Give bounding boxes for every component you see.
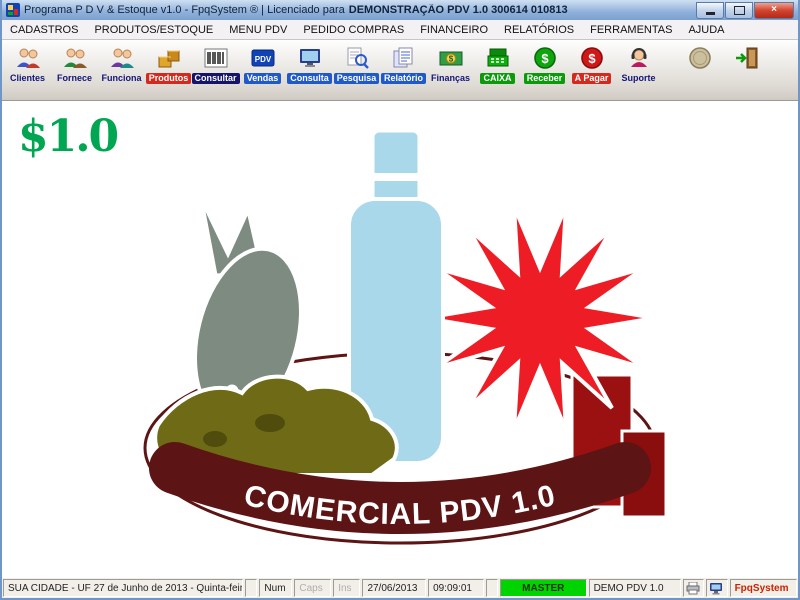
cash-register-icon: [485, 45, 511, 71]
toolbar-produtos-button[interactable]: Produtos: [145, 41, 192, 95]
toolbar-caixa-label: CAIXA: [480, 73, 514, 84]
status-app-name: DEMO PDV 1.0: [589, 579, 681, 597]
printer-icon: [686, 582, 700, 595]
status-insert: Ins: [333, 579, 360, 597]
status-location: SUA CIDADE - UF 27 de Junho de 2013 - Qu…: [3, 579, 243, 597]
computer-icon: [709, 582, 723, 595]
status-spacer-1: [245, 579, 257, 597]
status-computer-segment[interactable]: [706, 579, 727, 597]
menu-ajuda[interactable]: AJUDA: [680, 22, 732, 38]
status-time: 09:09:01: [428, 579, 484, 597]
toolbar-clientes-button[interactable]: Clientes: [4, 41, 51, 95]
exit-door-icon: [734, 45, 760, 71]
monitor-icon: [297, 45, 323, 71]
menu-produtos-estoque[interactable]: PRODUTOS/ESTOQUE: [86, 22, 221, 38]
window-title: Programa P D V & Estoque v1.0 - FpqSyste…: [24, 4, 345, 16]
employees-people-icon: [109, 45, 135, 71]
toolbar-fornece-label: Fornece: [54, 73, 95, 84]
finance-money-icon: $: [438, 45, 464, 71]
toolbar-financas-label: Finanças: [428, 73, 473, 84]
close-button[interactable]: ×: [754, 2, 794, 19]
toolbar-relatorio-button[interactable]: Relatório: [380, 41, 427, 95]
status-printer-segment[interactable]: [683, 579, 704, 597]
receive-coin-icon: $: [532, 45, 558, 71]
menu-ferramentas[interactable]: FERRAMENTAS: [582, 22, 680, 38]
toolbar-receber-button[interactable]: $ Receber: [521, 41, 568, 95]
svg-text:$: $: [588, 51, 596, 66]
toolbar-consulta-button[interactable]: Consulta: [286, 41, 333, 95]
toolbar: Clientes Fornece Funciona Produtos: [2, 40, 798, 101]
status-bar: SUA CIDADE - UF 27 de Junho de 2013 - Qu…: [2, 578, 798, 598]
status-spacer-2: [486, 579, 498, 597]
toolbar-produtos-label: Produtos: [146, 73, 192, 84]
toolbar-a-pagar-label: A Pagar: [572, 73, 612, 84]
status-caps-lock: Caps: [294, 579, 331, 597]
svg-text:$: $: [448, 55, 453, 64]
toolbar-vendas-label: Vendas: [244, 73, 282, 84]
toolbar-relatorio-label: Relatório: [381, 73, 426, 84]
title-bar: Programa P D V & Estoque v1.0 - FpqSyste…: [2, 0, 798, 20]
suppliers-people-icon: [62, 45, 88, 71]
menu-pedido-compras[interactable]: PEDIDO COMPRAS: [295, 22, 412, 38]
barcode-icon: [203, 45, 229, 71]
minimize-button[interactable]: [696, 2, 724, 19]
toolbar-caixa-button[interactable]: CAIXA: [474, 41, 521, 95]
toolbar-coin-button[interactable]: [676, 41, 723, 95]
toolbar-pesquisa-label: Pesquisa: [334, 73, 380, 84]
report-icon: [391, 45, 417, 71]
toolbar-clientes-label: Clientes: [7, 73, 48, 84]
status-brand: FpqSystem: [730, 579, 797, 597]
toolbar-consulta-label: Consulta: [287, 73, 332, 84]
svg-text:PDV: PDV: [254, 55, 271, 64]
app-window: Programa P D V & Estoque v1.0 - FpqSyste…: [0, 0, 800, 600]
toolbar-exit-button[interactable]: [723, 41, 770, 95]
toolbar-suporte-label: Suporte: [618, 73, 658, 84]
support-icon: [626, 45, 652, 71]
coin-icon: [687, 45, 713, 71]
toolbar-suporte-button[interactable]: Suporte: [615, 41, 662, 95]
products-boxes-icon: [156, 45, 182, 71]
toolbar-funciona-button[interactable]: Funciona: [98, 41, 145, 95]
minimize-icon: [706, 12, 715, 15]
main-area: $1.0: [2, 101, 798, 578]
toolbar-receber-label: Receber: [524, 73, 566, 84]
toolbar-funciona-label: Funciona: [99, 73, 145, 84]
window-title-license: DEMONSTRAÇÃO PDV 1.0 300614 010813: [349, 4, 568, 16]
menu-menu-pdv[interactable]: MENU PDV: [221, 22, 295, 38]
search-doc-icon: [344, 45, 370, 71]
toolbar-pdv-vendas-button[interactable]: PDV Vendas: [239, 41, 286, 95]
clients-people-icon: [15, 45, 41, 71]
maximize-icon: [734, 6, 745, 15]
comercial-pdv-logo: COMERCIAL PDV 1.0: [120, 123, 680, 563]
version-badge: $1.0: [18, 111, 117, 162]
svg-text:$: $: [541, 51, 549, 66]
toolbar-pesquisa-button[interactable]: Pesquisa: [333, 41, 380, 95]
menu-cadastros[interactable]: CADASTROS: [2, 22, 86, 38]
toolbar-a-pagar-button[interactable]: $ A Pagar: [568, 41, 615, 95]
toolbar-fornece-button[interactable]: Fornece: [51, 41, 98, 95]
status-user: MASTER: [500, 579, 587, 597]
toolbar-consultar-label: Consultar: [192, 73, 240, 84]
app-icon: [6, 3, 20, 17]
status-num-lock: Num: [259, 579, 292, 597]
menu-bar: CADASTROS PRODUTOS/ESTOQUE MENU PDV PEDI…: [2, 20, 798, 40]
menu-financeiro[interactable]: FINANCEIRO: [412, 22, 496, 38]
toolbar-consultar-button[interactable]: Consultar: [192, 41, 239, 95]
pdv-icon: PDV: [250, 45, 276, 71]
menu-relatorios[interactable]: RELATÓRIOS: [496, 22, 582, 38]
pay-coin-icon: $: [579, 45, 605, 71]
status-date: 27/06/2013: [362, 579, 426, 597]
maximize-button[interactable]: [725, 2, 753, 19]
toolbar-financas-button[interactable]: $ Finanças: [427, 41, 474, 95]
